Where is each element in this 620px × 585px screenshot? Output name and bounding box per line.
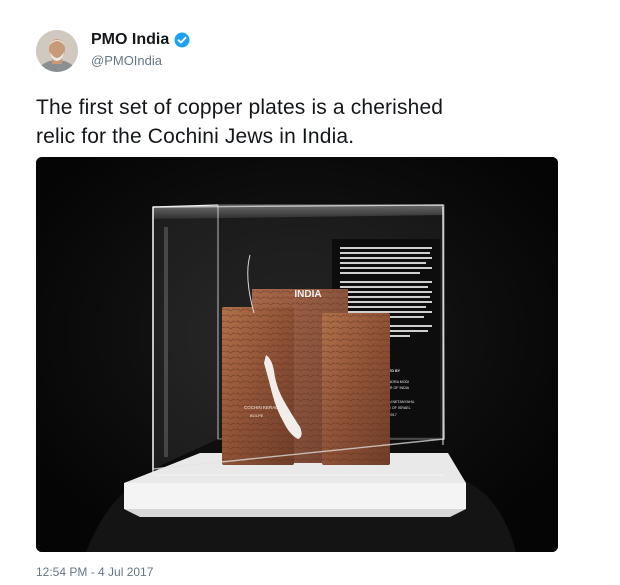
avatar[interactable]	[36, 30, 78, 72]
tweet-text-line-2: relic for the Cochini Jews in India.	[36, 125, 355, 148]
author-name-text[interactable]: PMO India	[91, 31, 169, 49]
cochin-kerala-label: COCHIN KERALA	[244, 405, 281, 410]
tweet-text-line-1: The first set of copper plates is a cher…	[36, 96, 444, 119]
india-label: INDIA	[294, 289, 321, 300]
avatar-image	[36, 30, 78, 72]
tweet-photo[interactable]: PRESENTED BY H.E. SRI. NARENDRA MODI PRI…	[36, 157, 558, 552]
verified-badge-icon	[174, 32, 190, 48]
author-handle[interactable]: @PMOIndia	[91, 53, 162, 68]
tweet-timestamp[interactable]: 12:54 PM - 4 Jul 2017	[36, 565, 153, 579]
tweet-card: PMO India @PMOIndia The first set of cop…	[0, 0, 620, 585]
author-name[interactable]: PMO India	[91, 31, 190, 49]
cochin-sub-label: BOLPE	[250, 413, 264, 418]
tweet-text: The first set of copper plates is a cher…	[36, 93, 576, 151]
copper-plates-photo: PRESENTED BY H.E. SRI. NARENDRA MODI PRI…	[36, 157, 558, 552]
